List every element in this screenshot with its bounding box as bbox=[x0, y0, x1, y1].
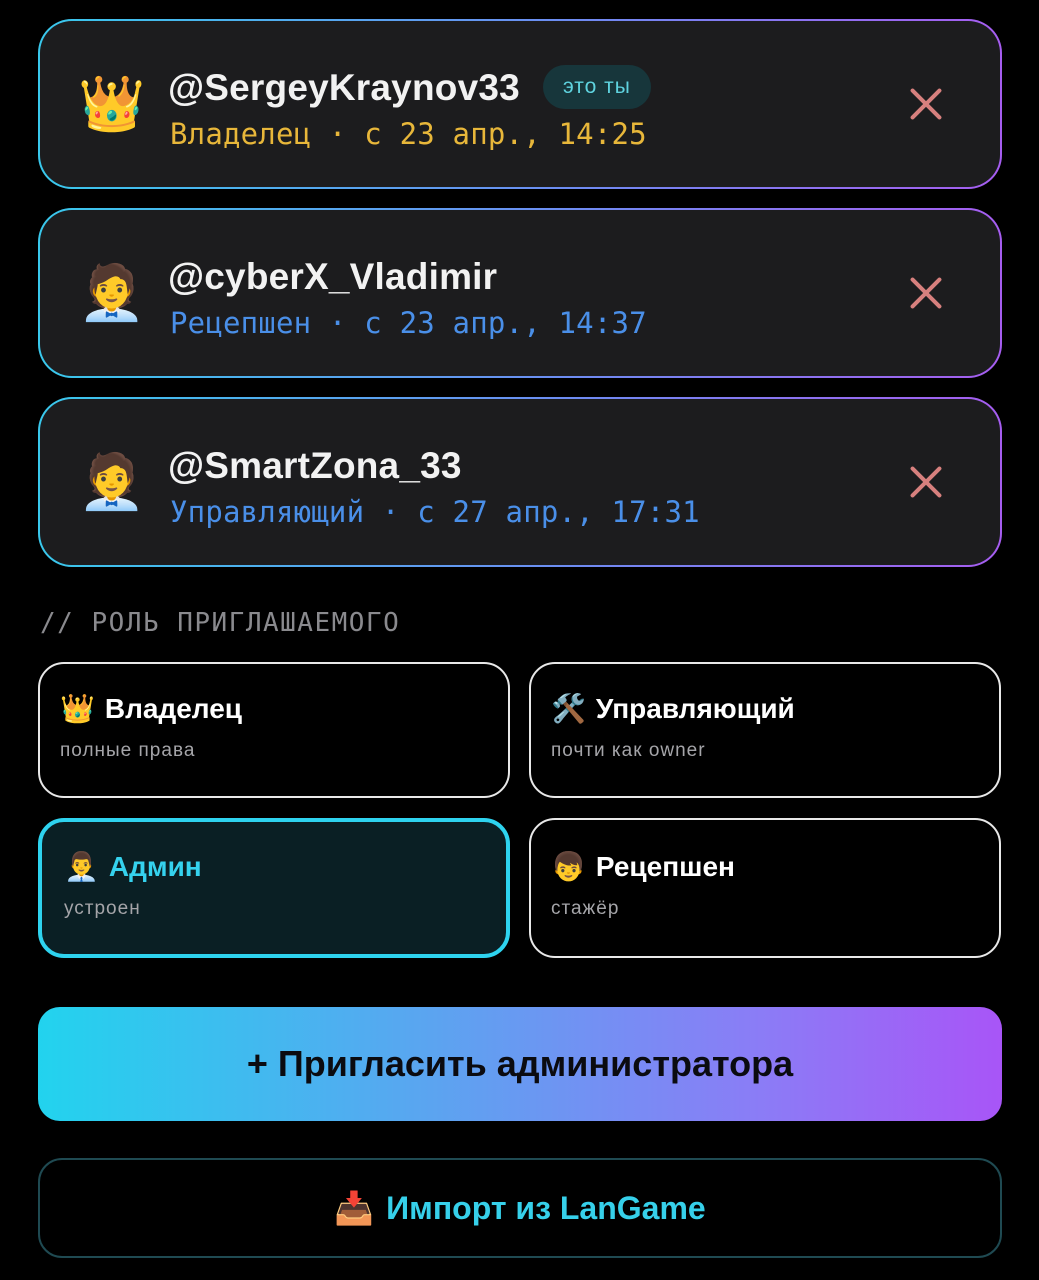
role-description: полные права bbox=[60, 740, 196, 761]
role-title: 👦 Рецепшен bbox=[551, 850, 735, 883]
member-card: 🧑‍💼 @cyberX_Vladimir Рецепшен · с 23 апр… bbox=[38, 208, 1002, 378]
member-role-date: Владелец · с 23 апр., 14:25 bbox=[170, 117, 647, 151]
inbox-tray-icon: 📥 bbox=[334, 1189, 375, 1227]
member-username: @SergeyKraynov33 bbox=[168, 67, 520, 108]
member-role-date: Управляющий · с 27 апр., 17:31 bbox=[170, 495, 700, 529]
crown-icon: 👑 bbox=[78, 72, 146, 135]
member-card-body: 👑 @SergeyKraynov33 это ты Владелец · с 2… bbox=[40, 21, 1000, 187]
member-username: @cyberX_Vladimir bbox=[168, 256, 498, 297]
member-card-body: 🧑‍💼 @SmartZona_33 Управляющий · с 27 апр… bbox=[40, 399, 1000, 565]
role-title: 👑 Владелец bbox=[60, 692, 242, 725]
remove-member-button[interactable] bbox=[908, 275, 944, 311]
import-button-label: Импорт из LanGame bbox=[386, 1189, 706, 1226]
invite-role-section-label: // РОЛЬ ПРИГЛАШАЕМОГО bbox=[40, 608, 401, 638]
member-role-date: Рецепшен · с 23 апр., 14:37 bbox=[170, 306, 647, 340]
role-option-admin[interactable]: 👨‍💼 Админ устроен bbox=[38, 818, 510, 958]
role-title-text: Управляющий bbox=[595, 693, 795, 724]
invite-admin-button[interactable]: + Пригласить администратора bbox=[38, 1007, 1002, 1121]
role-option-owner[interactable]: 👑 Владелец полные права bbox=[38, 662, 510, 798]
crown-icon: 👑 bbox=[60, 692, 95, 725]
role-description: стажёр bbox=[551, 898, 620, 919]
role-title-text: Владелец bbox=[104, 693, 243, 724]
remove-member-button[interactable] bbox=[908, 464, 944, 500]
role-option-reception[interactable]: 👦 Рецепшен стажёр bbox=[529, 818, 1001, 958]
role-title-text: Рецепшен bbox=[595, 851, 735, 882]
role-description: почти как owner bbox=[551, 740, 706, 761]
office-worker-icon: 👨‍💼 bbox=[64, 850, 99, 883]
person-icon: 👦 bbox=[551, 850, 586, 883]
role-title-text: Админ bbox=[108, 851, 202, 882]
role-description: устроен bbox=[64, 898, 141, 919]
member-username: @SmartZona_33 bbox=[168, 445, 462, 486]
role-option-manager[interactable]: 🛠️ Управляющий почти как owner bbox=[529, 662, 1001, 798]
person-icon: 🧑‍💼 bbox=[78, 261, 146, 324]
role-title: 🛠️ Управляющий bbox=[551, 692, 795, 725]
remove-member-button[interactable] bbox=[908, 86, 944, 122]
member-card: 👑 @SergeyKraynov33 это ты Владелец · с 2… bbox=[38, 19, 1002, 189]
you-badge: это ты bbox=[543, 65, 651, 109]
member-card: 🧑‍💼 @SmartZona_33 Управляющий · с 27 апр… bbox=[38, 397, 1002, 567]
tools-icon: 🛠️ bbox=[551, 692, 586, 725]
admin-management-screen: 👑 @SergeyKraynov33 это ты Владелец · с 2… bbox=[0, 0, 1039, 1280]
role-title: 👨‍💼 Админ bbox=[64, 850, 202, 883]
member-card-body: 🧑‍💼 @cyberX_Vladimir Рецепшен · с 23 апр… bbox=[40, 210, 1000, 376]
person-icon: 🧑‍💼 bbox=[78, 450, 146, 513]
import-langame-button[interactable]: 📥 Импорт из LanGame bbox=[38, 1158, 1002, 1258]
